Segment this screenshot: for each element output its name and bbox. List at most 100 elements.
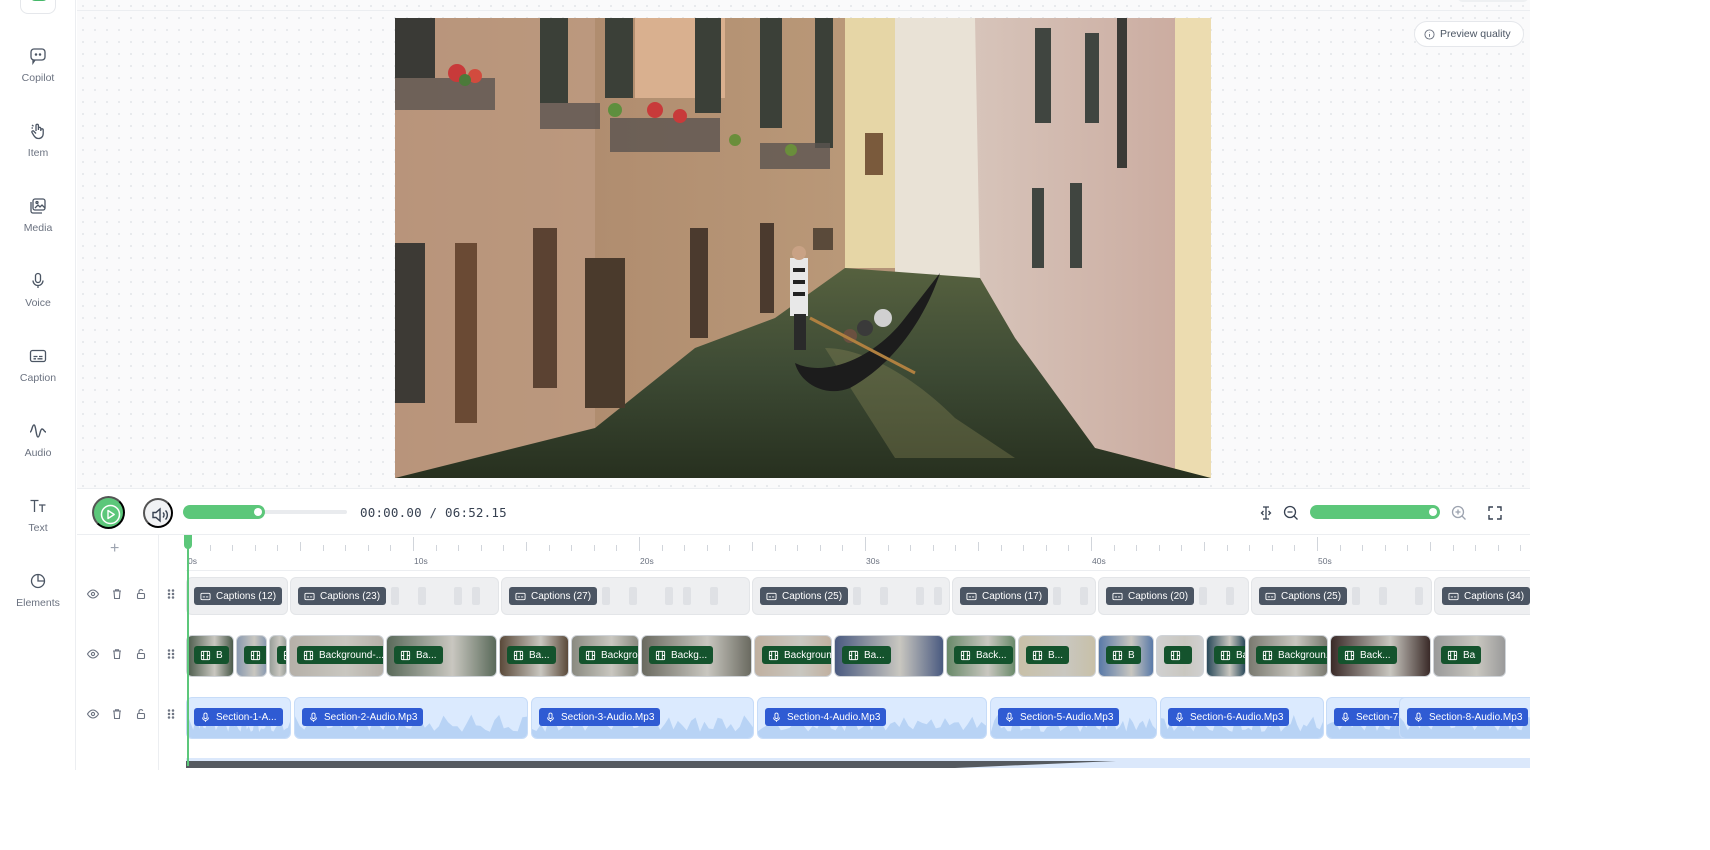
ruler-tick (413, 537, 414, 551)
video-clip[interactable]: Backgro... (269, 635, 287, 677)
caption-track: Captions (12) Captions (23) Captions (27) C… (186, 577, 1530, 615)
ruler-tick (639, 537, 640, 551)
caption-word-placeholder (418, 587, 426, 605)
caption-clip[interactable]: Captions (17) (952, 577, 1096, 615)
video-clip[interactable]: B... (1018, 635, 1096, 677)
caption-clip[interactable]: Captions (12) (186, 577, 288, 615)
sidebar-item-text[interactable]: Text (0, 496, 76, 556)
volume-slider[interactable] (183, 505, 347, 519)
video-clip[interactable]: Back... (946, 635, 1016, 677)
sidebar-item-label: Elements (16, 597, 60, 609)
video-clip[interactable]: Ba... (834, 635, 944, 677)
video-clip[interactable]: B (186, 635, 234, 677)
caption-clip[interactable]: Captions (23) (290, 577, 499, 615)
app-logo[interactable] (20, 0, 56, 14)
drag-handle-icon[interactable] (164, 587, 178, 601)
zoom-in-icon[interactable] (1448, 502, 1470, 524)
lock-open-icon[interactable] (134, 587, 148, 601)
lock-open-icon[interactable] (134, 647, 148, 661)
time-separator: / (429, 505, 438, 520)
sidebar-item-voice[interactable]: Voice (0, 271, 76, 331)
trash-icon[interactable] (110, 707, 124, 721)
video-clip-name: Ba... (529, 649, 550, 661)
sidebar-item-copilot[interactable]: Copilot (0, 46, 76, 106)
sidebar-item-item[interactable]: Item (0, 121, 76, 181)
sidebar-item-caption[interactable]: Caption (0, 346, 76, 406)
film-icon (283, 650, 286, 660)
ruler-tick (978, 542, 979, 551)
video-clip[interactable]: Ba... (386, 635, 497, 677)
sidebar-item-audio[interactable]: Audio (0, 421, 76, 481)
video-clip[interactable] (1156, 635, 1204, 677)
add-track-button[interactable]: + (110, 540, 119, 558)
trash-icon[interactable] (110, 647, 124, 661)
zoom-slider[interactable] (1310, 505, 1440, 519)
header-button-edge[interactable] (1457, 0, 1529, 2)
video-clip[interactable] (236, 635, 267, 677)
video-clip[interactable]: Ba... (499, 635, 569, 677)
sidebar-item-elements[interactable]: Elements (0, 571, 76, 631)
preview-quality-button[interactable]: Preview quality (1414, 21, 1524, 47)
split-cursor-icon[interactable] (1255, 502, 1277, 524)
video-clip-label: Back... (1338, 646, 1397, 664)
video-clip-name: Backgroun... (1278, 649, 1327, 661)
timeline-scrollbar[interactable] (186, 758, 1530, 768)
fullscreen-icon[interactable] (1484, 502, 1506, 524)
video-clip[interactable]: Background-... (289, 635, 384, 677)
ruler-tick (526, 542, 527, 551)
time-ruler[interactable]: 0s 10s 20s 30s 40s 50s (186, 535, 1530, 571)
video-clip[interactable]: Back... (1206, 635, 1246, 677)
ruler-tick (729, 545, 731, 551)
drag-handle-icon[interactable] (164, 707, 178, 721)
video-clip[interactable]: Background-... (571, 635, 639, 677)
film-icon (1344, 650, 1355, 660)
hand-pointer-icon (31, 123, 44, 140)
video-clip[interactable]: Background-... (754, 635, 832, 677)
video-clip-name: B (1128, 649, 1135, 661)
audio-clip[interactable]: Section-8-Audio.Mp3 (1399, 697, 1530, 739)
audio-clip[interactable]: Section-3-Audio.Mp3 (531, 697, 754, 739)
trash-icon[interactable] (110, 587, 124, 601)
video-clip[interactable]: Back... (1330, 635, 1431, 677)
video-clip[interactable]: Backg... (641, 635, 752, 677)
play-button[interactable] (92, 496, 125, 529)
audio-clip-label: Section-1-A... (194, 708, 283, 726)
caption-clip[interactable]: Captions (27) (501, 577, 750, 615)
visibility-eye-icon[interactable] (86, 707, 100, 721)
sidebar-item-media[interactable]: Media (0, 196, 76, 256)
playhead[interactable] (187, 535, 189, 766)
visibility-eye-icon[interactable] (86, 587, 100, 601)
audio-clip[interactable]: Section-6-Audio.Mp3 (1160, 697, 1324, 739)
playhead-handle[interactable] (184, 535, 192, 549)
audio-clip-label: Section-5-Audio.Mp3 (998, 708, 1120, 726)
video-clip[interactable]: B (1098, 635, 1154, 677)
audio-clip[interactable]: Section-5-Audio.Mp3 (990, 697, 1157, 739)
video-clip-label: B (194, 646, 229, 664)
volume-knob[interactable] (254, 508, 262, 516)
audio-clip-name: Section-3-Audio.Mp3 (561, 711, 655, 723)
audio-clip[interactable]: Section-2-Audio.Mp3 (294, 697, 528, 739)
zoom-knob[interactable] (1429, 508, 1437, 516)
caption-word-placeholder (934, 587, 942, 605)
drag-handle-icon[interactable] (164, 647, 178, 661)
audio-clip[interactable]: Section-1-A... (186, 697, 291, 739)
sidebar-item-label: Text (28, 522, 48, 534)
ruler-tick (1158, 545, 1160, 551)
track-controls-gutter: + (77, 535, 175, 770)
ruler-tick (390, 545, 392, 551)
caption-clip[interactable]: Captions (34) (1434, 577, 1530, 615)
video-clip-name: Backg... (671, 649, 708, 661)
caption-clip[interactable]: Captions (25) (752, 577, 950, 615)
video-clip[interactable]: Backgroun... (1248, 635, 1328, 677)
visibility-eye-icon[interactable] (86, 647, 100, 661)
video-clip[interactable]: Ba (1433, 635, 1506, 677)
volume-button[interactable] (143, 498, 173, 528)
caption-word-placeholder (683, 587, 691, 605)
audio-clip[interactable]: Section-4-Audio.Mp3 (757, 697, 987, 739)
caption-clip[interactable]: Captions (20) (1098, 577, 1249, 615)
video-clip-name: Back... (1236, 649, 1245, 661)
zoom-out-icon[interactable] (1280, 502, 1302, 524)
scroll-thumb[interactable] (186, 761, 1530, 768)
caption-clip[interactable]: Captions (25) (1251, 577, 1432, 615)
lock-open-icon[interactable] (134, 707, 148, 721)
